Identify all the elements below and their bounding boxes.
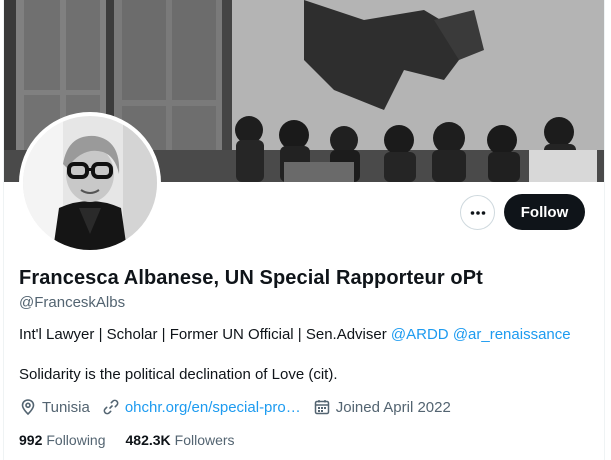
followers-label: Followers <box>174 432 235 448</box>
joined-text: Joined April 2022 <box>335 398 451 416</box>
profile-website[interactable]: ohchr.org/en/special-pro… <box>102 398 301 416</box>
bio-mention-ar-renaissance[interactable]: @ar_renaissance <box>453 326 571 343</box>
profile-location: Tunisia <box>19 398 90 416</box>
following-label: Following <box>46 432 106 448</box>
location-text: Tunisia <box>42 398 90 416</box>
website-link[interactable]: ohchr.org/en/special-pro… <box>125 399 301 416</box>
following-count: 992 <box>19 432 43 448</box>
profile-bio: Int'l Lawyer | Scholar | Former UN Offic… <box>19 326 571 343</box>
page-border-left <box>0 0 4 460</box>
followers-stat[interactable]: 482.3K Followers <box>126 432 235 448</box>
calendar-icon <box>313 398 336 416</box>
bio-text: Int'l Lawyer | Scholar | Former UN Offic… <box>19 326 391 343</box>
page-border-right <box>604 0 611 460</box>
more-options-button[interactable] <box>460 195 495 230</box>
following-stat[interactable]: 992 Following <box>19 432 106 448</box>
profile-display-name: Francesca Albanese, UN Special Rapporteu… <box>19 267 483 289</box>
followers-count: 482.3K <box>125 432 171 448</box>
link-icon <box>102 398 125 416</box>
profile-avatar[interactable] <box>19 112 161 254</box>
profile-meta: Tunisia ohchr.org/en/special-pro… Joined… <box>19 398 463 416</box>
profile-stats: 992 Following 482.3K Followers <box>19 432 255 448</box>
follow-button[interactable]: Follow <box>504 194 585 230</box>
profile-joined: Joined April 2022 <box>313 398 451 416</box>
more-horizontal-icon <box>469 204 487 222</box>
bio-mention-ardd[interactable]: @ARDD <box>391 326 449 343</box>
location-pin-icon <box>19 398 42 416</box>
profile-handle: @FranceskAlbs <box>19 294 126 311</box>
profile-quote: Solidarity is the political declination … <box>19 366 338 383</box>
